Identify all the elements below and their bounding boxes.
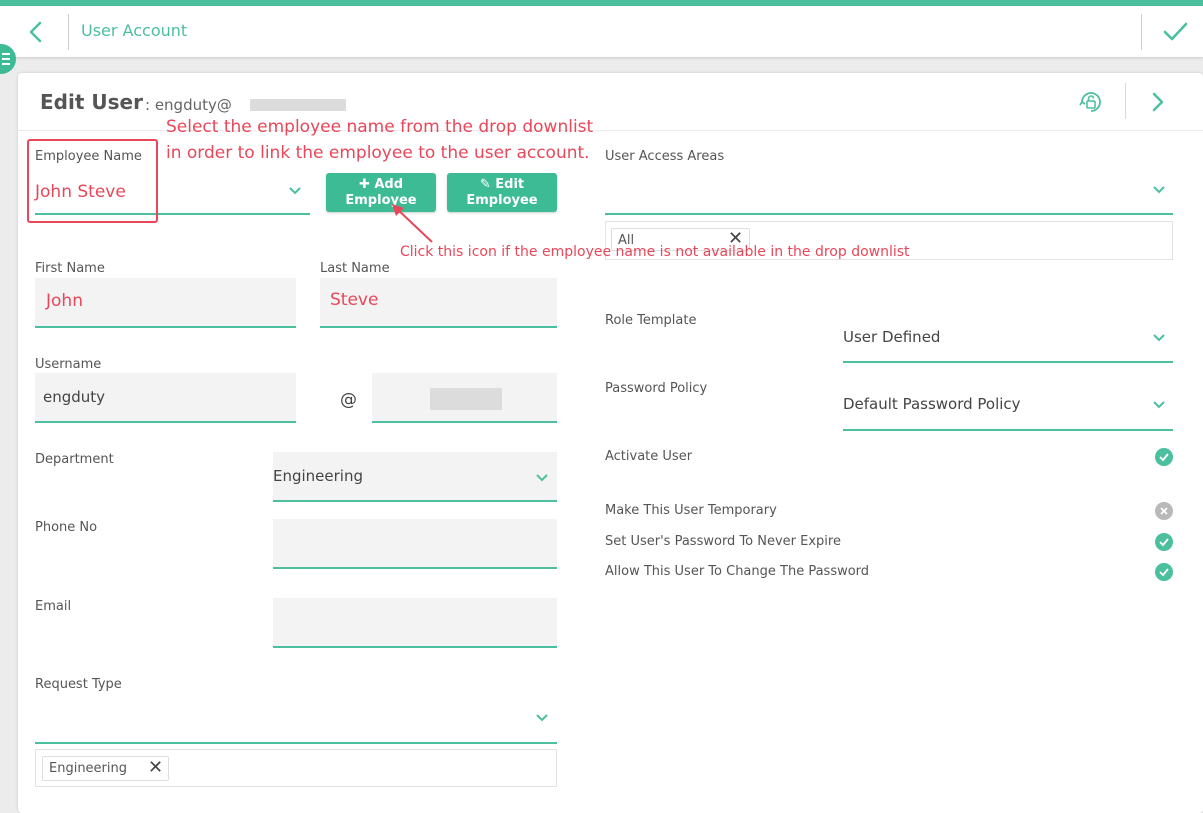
chevron-down-icon bbox=[536, 714, 548, 722]
never-expire-label: Set User's Password To Never Expire bbox=[605, 534, 841, 549]
email-field[interactable] bbox=[273, 598, 557, 648]
annotation-line2: in order to link the employee to the use… bbox=[166, 143, 590, 163]
request-type-label: Request Type bbox=[35, 677, 122, 692]
temporary-user-toggle[interactable] bbox=[1155, 502, 1173, 520]
annotation-arrow-icon bbox=[392, 204, 433, 243]
first-name-value: John bbox=[46, 291, 83, 311]
header-divider bbox=[68, 14, 69, 50]
department-label: Department bbox=[35, 452, 114, 467]
chevron-down-icon bbox=[1153, 334, 1165, 342]
page-title: User Account bbox=[81, 21, 188, 40]
chevron-down-icon bbox=[1153, 401, 1165, 409]
password-policy-label: Password Policy bbox=[605, 381, 708, 396]
email-label: Email bbox=[35, 599, 72, 614]
app-header: User Account bbox=[0, 6, 1203, 57]
activate-user-toggle[interactable] bbox=[1155, 448, 1173, 466]
redacted-domain bbox=[430, 388, 502, 410]
check-icon bbox=[1159, 538, 1169, 547]
chevron-down-icon bbox=[1153, 186, 1165, 194]
edit-employee-line1: ✎ Edit bbox=[479, 177, 525, 192]
add-employee-line1: ✚ Add bbox=[358, 177, 404, 192]
first-name-label: First Name bbox=[35, 261, 105, 276]
close-icon[interactable]: ✕ bbox=[148, 757, 163, 778]
user-access-areas-select[interactable] bbox=[605, 168, 1173, 215]
department-value: Engineering bbox=[273, 467, 363, 485]
next-chevron-icon[interactable] bbox=[1148, 90, 1168, 114]
annotation-icon-note: Click this icon if the employee name is … bbox=[400, 244, 910, 260]
edit-employee-button[interactable]: ✎ Edit Employee bbox=[447, 173, 557, 212]
chevron-down-icon bbox=[536, 474, 548, 482]
at-sign: @ bbox=[340, 390, 357, 410]
back-chevron-icon[interactable] bbox=[24, 19, 48, 45]
annotation-highlight-box bbox=[27, 139, 158, 223]
card-header-divider bbox=[1125, 83, 1126, 119]
card-title: Edit User bbox=[40, 90, 143, 114]
header-divider bbox=[1141, 14, 1142, 50]
annotation-line1: Select the employee name from the drop d… bbox=[166, 117, 594, 137]
check-icon bbox=[1159, 568, 1169, 577]
request-type-chip: Engineering ✕ bbox=[42, 756, 169, 781]
chevron-down-icon bbox=[289, 187, 301, 195]
change-password-toggle[interactable] bbox=[1155, 563, 1173, 581]
change-password-label: Allow This User To Change The Password bbox=[605, 564, 870, 579]
username-value: engduty bbox=[43, 388, 106, 406]
close-icon bbox=[1160, 507, 1168, 515]
check-icon bbox=[1159, 453, 1169, 462]
chip-label: Engineering bbox=[49, 761, 127, 776]
activate-user-label: Activate User bbox=[605, 449, 693, 464]
save-check-icon[interactable] bbox=[1160, 18, 1190, 46]
last-name-value: Steve bbox=[330, 290, 379, 310]
request-type-select[interactable] bbox=[35, 697, 557, 744]
user-access-areas-label: User Access Areas bbox=[605, 149, 725, 164]
password-policy-value: Default Password Policy bbox=[843, 395, 1021, 413]
temporary-user-label: Make This User Temporary bbox=[605, 503, 777, 518]
role-template-label: Role Template bbox=[605, 313, 697, 328]
phone-field[interactable] bbox=[273, 519, 557, 569]
last-name-label: Last Name bbox=[320, 261, 390, 276]
unlock-icon[interactable] bbox=[1078, 89, 1104, 115]
username-label: Username bbox=[35, 357, 102, 372]
redacted-domain bbox=[250, 99, 346, 111]
edit-employee-line2: Employee bbox=[466, 193, 538, 208]
never-expire-toggle[interactable] bbox=[1155, 533, 1173, 551]
card-subtitle: : engduty@ bbox=[145, 96, 232, 114]
phone-label: Phone No bbox=[35, 520, 98, 535]
role-template-value: User Defined bbox=[843, 328, 941, 346]
